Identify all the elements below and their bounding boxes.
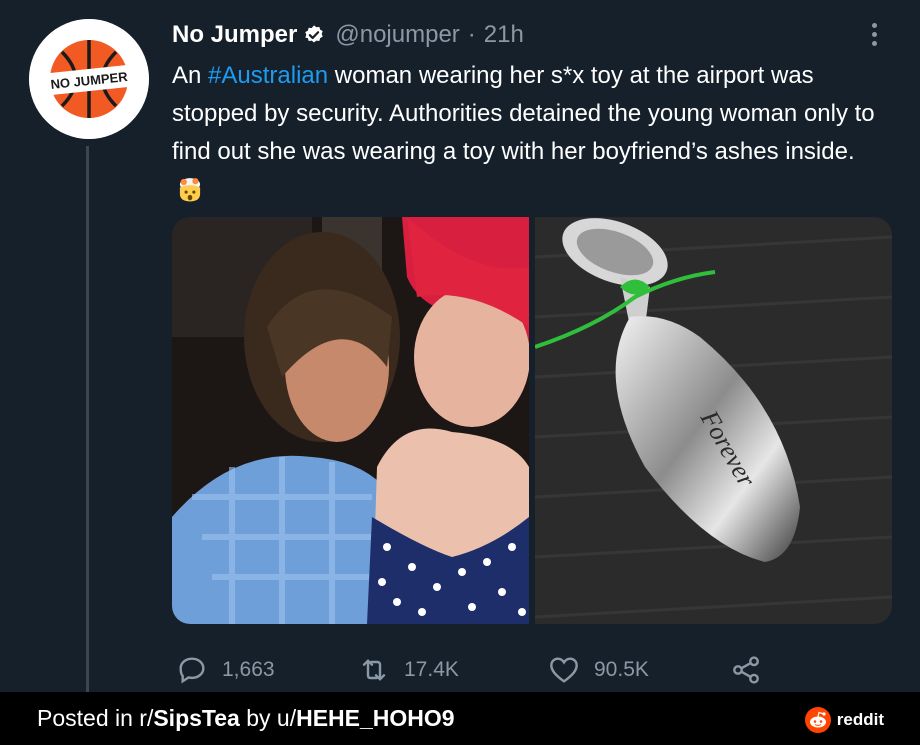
like-button[interactable]: 90.5K bbox=[548, 650, 649, 690]
reply-button[interactable]: 1,663 bbox=[176, 650, 275, 690]
posted-by-text: by u/ bbox=[239, 705, 297, 731]
posted-in-text: Posted in r/SipsTea by u/HEHE_HOHO9 bbox=[37, 705, 455, 732]
share-icon bbox=[733, 656, 759, 684]
retweet-icon bbox=[362, 659, 386, 681]
tweet-text: An #Australian woman wearing her s*x toy… bbox=[172, 57, 892, 209]
engraved-item-photo[interactable]: Forever bbox=[535, 217, 892, 624]
display-name[interactable]: No Jumper bbox=[172, 21, 297, 49]
share-button[interactable] bbox=[730, 650, 762, 690]
heart-icon bbox=[550, 657, 578, 683]
verified-badge-icon bbox=[305, 25, 324, 43]
no-jumper-logo-icon: NO JUMPER bbox=[29, 19, 149, 139]
thread-line bbox=[86, 146, 89, 692]
more-options-icon[interactable] bbox=[864, 18, 884, 50]
action-bar: 1,663 17.4K 90.5K bbox=[176, 650, 776, 690]
media-grid[interactable]: Forever bbox=[172, 217, 892, 624]
timestamp[interactable]: 21h bbox=[484, 21, 524, 49]
username-link[interactable]: HEHE_HOHO9 bbox=[296, 705, 454, 731]
tweet-text-start: An bbox=[172, 62, 209, 89]
reddit-wordmark: reddit bbox=[836, 710, 884, 729]
separator-dot: · bbox=[467, 21, 476, 48]
retweet-button[interactable]: 17.4K bbox=[358, 650, 459, 690]
tweet-card[interactable]: NO JUMPER No Jumper @nojumper · 21h An #… bbox=[0, 0, 920, 692]
avatar[interactable]: NO JUMPER bbox=[29, 19, 149, 139]
reddit-footer: Posted in r/SipsTea by u/HEHE_HOHO9 redd… bbox=[0, 692, 920, 745]
hashtag-link[interactable]: #Australian bbox=[208, 62, 328, 89]
like-count: 90.5K bbox=[594, 658, 649, 681]
subreddit-link[interactable]: SipsTea bbox=[153, 705, 240, 731]
reddit-brand: reddit bbox=[804, 707, 884, 733]
reddit-logo-icon bbox=[804, 707, 831, 733]
tweet-header: No Jumper @nojumper · 21h bbox=[172, 18, 524, 52]
couple-photo-image bbox=[172, 217, 529, 624]
reply-count: 1,663 bbox=[222, 658, 275, 681]
retweet-count: 17.4K bbox=[404, 658, 459, 681]
couple-photo[interactable] bbox=[172, 217, 529, 624]
handle[interactable]: @nojumper bbox=[335, 21, 459, 49]
reply-icon bbox=[179, 657, 205, 684]
engraved-item-image: Forever bbox=[535, 217, 892, 624]
exploding-head-emoji-icon bbox=[179, 178, 201, 202]
posted-in-prefix: Posted in r/ bbox=[37, 705, 154, 731]
